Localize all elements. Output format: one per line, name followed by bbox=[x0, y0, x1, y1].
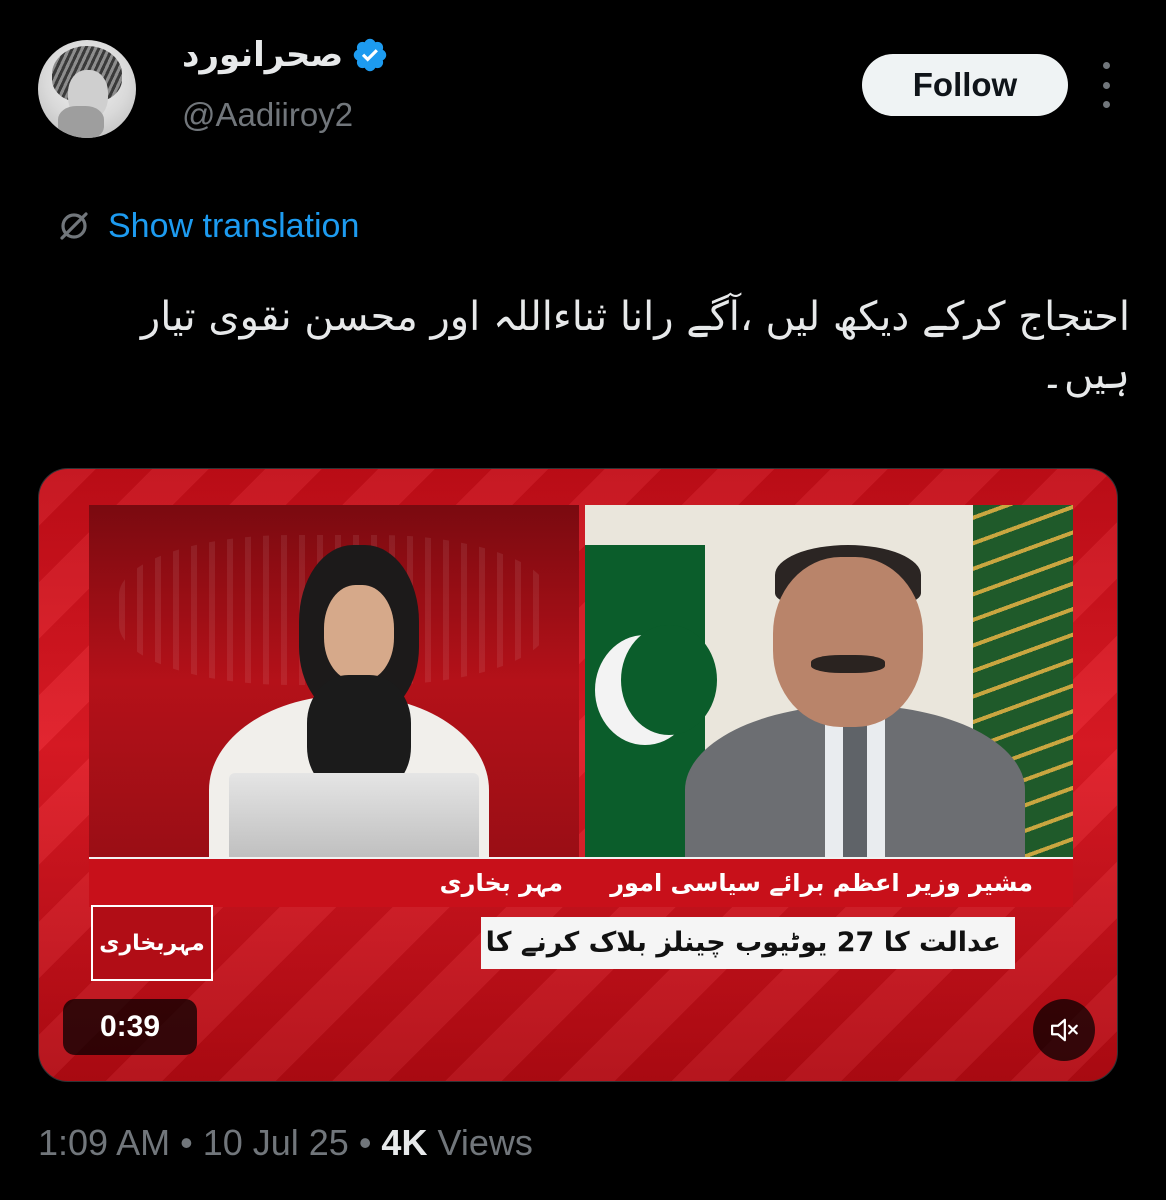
show-logo: مہربخاری bbox=[91, 905, 213, 981]
more-options-icon[interactable] bbox=[1098, 62, 1114, 108]
video-player[interactable]: مہر بخاری مشیر وزیر اعظم برائے سیاسی امو… bbox=[38, 468, 1118, 1082]
mute-button[interactable] bbox=[1033, 999, 1095, 1061]
guest-title-caption: مشیر وزیر اعظم برائے سیاسی امور bbox=[610, 869, 1033, 897]
news-ticker: عدالت کا 27 یوٹیوب چینلز بلاک کرنے کا حک… bbox=[481, 917, 1015, 969]
lower-third-bar: مہر بخاری مشیر وزیر اعظم برائے سیاسی امو… bbox=[89, 857, 1073, 907]
display-name[interactable]: صحرانورد bbox=[182, 35, 343, 75]
show-translation-label[interactable]: Show translation bbox=[108, 207, 359, 246]
anchor-name-caption: مہر بخاری bbox=[439, 869, 563, 897]
video-duration-badge: 0:39 bbox=[63, 999, 197, 1055]
tweet-view: صحرانورد @Aadiiroy2 Follow Show translat… bbox=[0, 0, 1166, 1200]
translate-icon bbox=[54, 206, 94, 246]
meta-separator: • bbox=[180, 1122, 193, 1163]
tweet-text: احتجاج کرکے دیکھ لیں ،آگے رانا ثناءاللہ … bbox=[140, 294, 1130, 398]
tweet-time[interactable]: 1:09 AM bbox=[38, 1122, 170, 1164]
verified-badge-icon[interactable] bbox=[351, 36, 389, 74]
guest-video-panel bbox=[585, 505, 1073, 857]
tweet-date[interactable]: 10 Jul 25 bbox=[203, 1122, 349, 1164]
tweet-metadata: 1:09 AM • 10 Jul 25 • 4K Views bbox=[38, 1122, 533, 1164]
views-count[interactable]: 4K bbox=[381, 1122, 427, 1164]
speaker-muted-icon bbox=[1050, 1018, 1078, 1042]
anchor-video-panel bbox=[89, 505, 579, 857]
show-translation-link[interactable]: Show translation bbox=[54, 206, 359, 246]
follow-button[interactable]: Follow bbox=[862, 54, 1068, 116]
author-name-row[interactable]: صحرانورد bbox=[182, 30, 389, 80]
avatar[interactable] bbox=[38, 40, 136, 138]
author-handle[interactable]: @Aadiiroy2 bbox=[182, 96, 353, 134]
views-label[interactable]: Views bbox=[437, 1122, 532, 1164]
meta-separator: • bbox=[358, 1122, 372, 1163]
